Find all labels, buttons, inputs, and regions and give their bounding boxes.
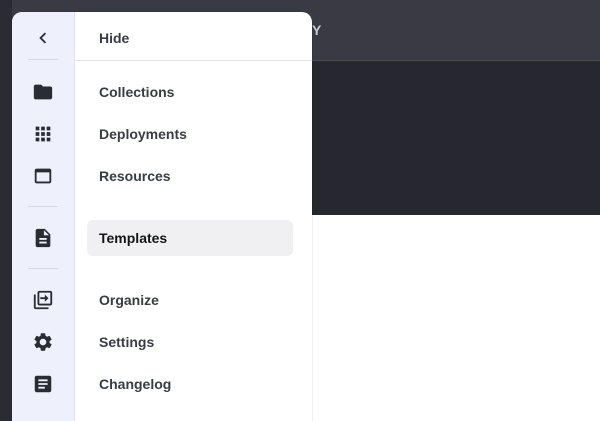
- menu-item-collections[interactable]: Collections: [87, 74, 293, 110]
- window-icon[interactable]: [32, 165, 54, 187]
- rail-divider: [28, 59, 58, 60]
- menu-item-label: Resources: [99, 168, 171, 184]
- menu-item-label: Collections: [99, 84, 175, 100]
- chevron-left-icon[interactable]: [32, 27, 54, 49]
- menu-item-label: Templates: [99, 230, 168, 246]
- app-left-strip: [0, 0, 12, 421]
- menu-item-label: Changelog: [99, 376, 172, 392]
- menu-item-deployments[interactable]: Deployments: [87, 116, 293, 152]
- rail-divider: [28, 268, 58, 269]
- document-icon[interactable]: [32, 227, 54, 249]
- menu-item-settings[interactable]: Settings: [87, 324, 293, 360]
- hide-label: Hide: [99, 30, 130, 46]
- menu-item-label: Deployments: [99, 126, 187, 142]
- menu-header: Hide: [75, 12, 312, 61]
- menu-item-templates[interactable]: Templates: [87, 220, 293, 256]
- navigation-panel: Hide Collections Deployments Resources T…: [12, 12, 312, 421]
- folder-icon[interactable]: [32, 81, 54, 103]
- rail-divider: [28, 206, 58, 207]
- menu-item-label: Settings: [99, 334, 155, 350]
- apps-grid-icon[interactable]: [32, 123, 54, 145]
- menu-item-label: Organize: [99, 292, 159, 308]
- icon-rail: [12, 12, 75, 421]
- hide-button[interactable]: Hide: [87, 20, 293, 56]
- gear-icon[interactable]: [32, 331, 54, 353]
- menu-item-organize[interactable]: Organize: [87, 282, 293, 318]
- menu-item-changelog[interactable]: Changelog: [87, 366, 293, 402]
- topbar-partial-text: Y: [312, 22, 322, 38]
- menu-item-resources[interactable]: Resources: [87, 158, 293, 194]
- navigation-menu: Hide Collections Deployments Resources T…: [75, 12, 312, 421]
- deploy-icon[interactable]: [32, 289, 54, 311]
- notes-icon[interactable]: [32, 373, 54, 395]
